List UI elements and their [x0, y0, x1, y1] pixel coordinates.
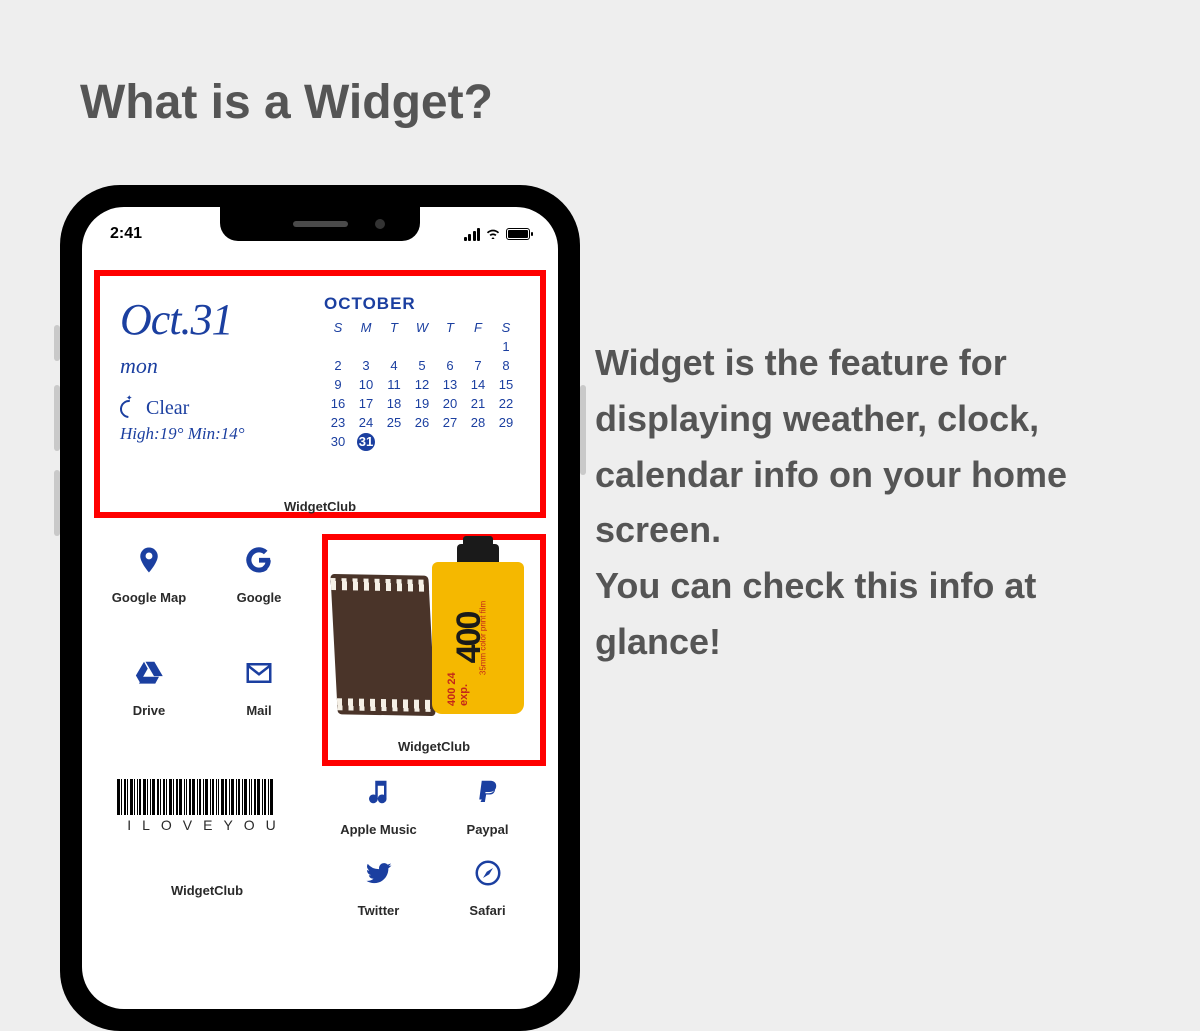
film-widget-label: WidgetClub [398, 739, 470, 754]
page-title: What is a Widget? [80, 75, 493, 130]
status-indicators [464, 226, 531, 242]
mail-icon [241, 655, 277, 691]
barcode-text: ILOVEYOU [127, 817, 287, 833]
calendar-date: Oct.31 [120, 294, 310, 345]
app-label: Safari [469, 903, 505, 918]
film-canister-image: 400 400 24 exp. 35mm color print film [334, 550, 534, 725]
description-text: Widget is the feature for displaying wea… [595, 335, 1155, 670]
app-google-map[interactable]: Google Map [98, 542, 200, 645]
barcode-widget[interactable]: ILOVEYOU [94, 774, 320, 837]
wifi-icon [485, 226, 501, 242]
phone-power-button [580, 385, 586, 475]
map-pin-icon [131, 542, 167, 578]
camera-icon [375, 219, 385, 229]
app-safari[interactable]: Safari [437, 855, 538, 918]
app-apple-music[interactable]: Apple Music [328, 774, 429, 837]
barcode-widget-label: WidgetClub [171, 883, 243, 898]
app-label: Apple Music [340, 822, 417, 837]
film-widget[interactable]: 400 400 24 exp. 35mm color print film Wi… [322, 534, 546, 766]
app-paypal[interactable]: Paypal [437, 774, 538, 837]
app-twitter[interactable]: Twitter [328, 855, 429, 918]
app-label: Drive [133, 703, 166, 718]
speaker-icon [293, 221, 348, 227]
film-sub-text: 400 24 exp. [446, 652, 470, 706]
calendar-weather: Clear [120, 397, 310, 420]
twitter-icon [361, 855, 397, 891]
app-label: Paypal [467, 822, 509, 837]
app-google[interactable]: Google [208, 542, 310, 645]
film-side-text: 35mm color print film [478, 601, 487, 675]
status-time: 2:41 [110, 225, 142, 243]
signal-icon [464, 228, 481, 241]
moon-icon [116, 396, 141, 421]
phone-screen: 2:41 Oct.31 mon [82, 207, 558, 1009]
paypal-icon [470, 774, 506, 810]
barcode-widget-label-wrap: WidgetClub [94, 855, 320, 918]
battery-icon [506, 228, 530, 240]
calendar-day: mon [120, 353, 310, 379]
calendar-grid: SMTWTFS123456789101112131415161718192021… [324, 318, 520, 451]
phone-frame: 2:41 Oct.31 mon [60, 185, 580, 1031]
phone-notch [220, 207, 420, 241]
calendar-temps: High:19° Min:14° [120, 424, 310, 444]
app-label: Google [237, 590, 282, 605]
app-label: Google Map [112, 590, 186, 605]
calendar-widget[interactable]: Oct.31 mon Clear High:19° Min:14° OCTOBE… [94, 270, 546, 518]
app-mail[interactable]: Mail [208, 655, 310, 758]
calendar-footer: WidgetClub [284, 499, 356, 514]
drive-icon [131, 655, 167, 691]
compass-icon [470, 855, 506, 891]
app-label: Mail [246, 703, 271, 718]
music-note-icon [361, 774, 397, 810]
phone-mockup: 2:41 Oct.31 mon [60, 185, 580, 1031]
app-label: Twitter [358, 903, 400, 918]
calendar-month-label: OCTOBER [324, 294, 520, 314]
google-g-icon [241, 542, 277, 578]
weather-label: Clear [146, 397, 189, 420]
app-drive[interactable]: Drive [98, 655, 200, 758]
barcode-icon [117, 779, 297, 815]
